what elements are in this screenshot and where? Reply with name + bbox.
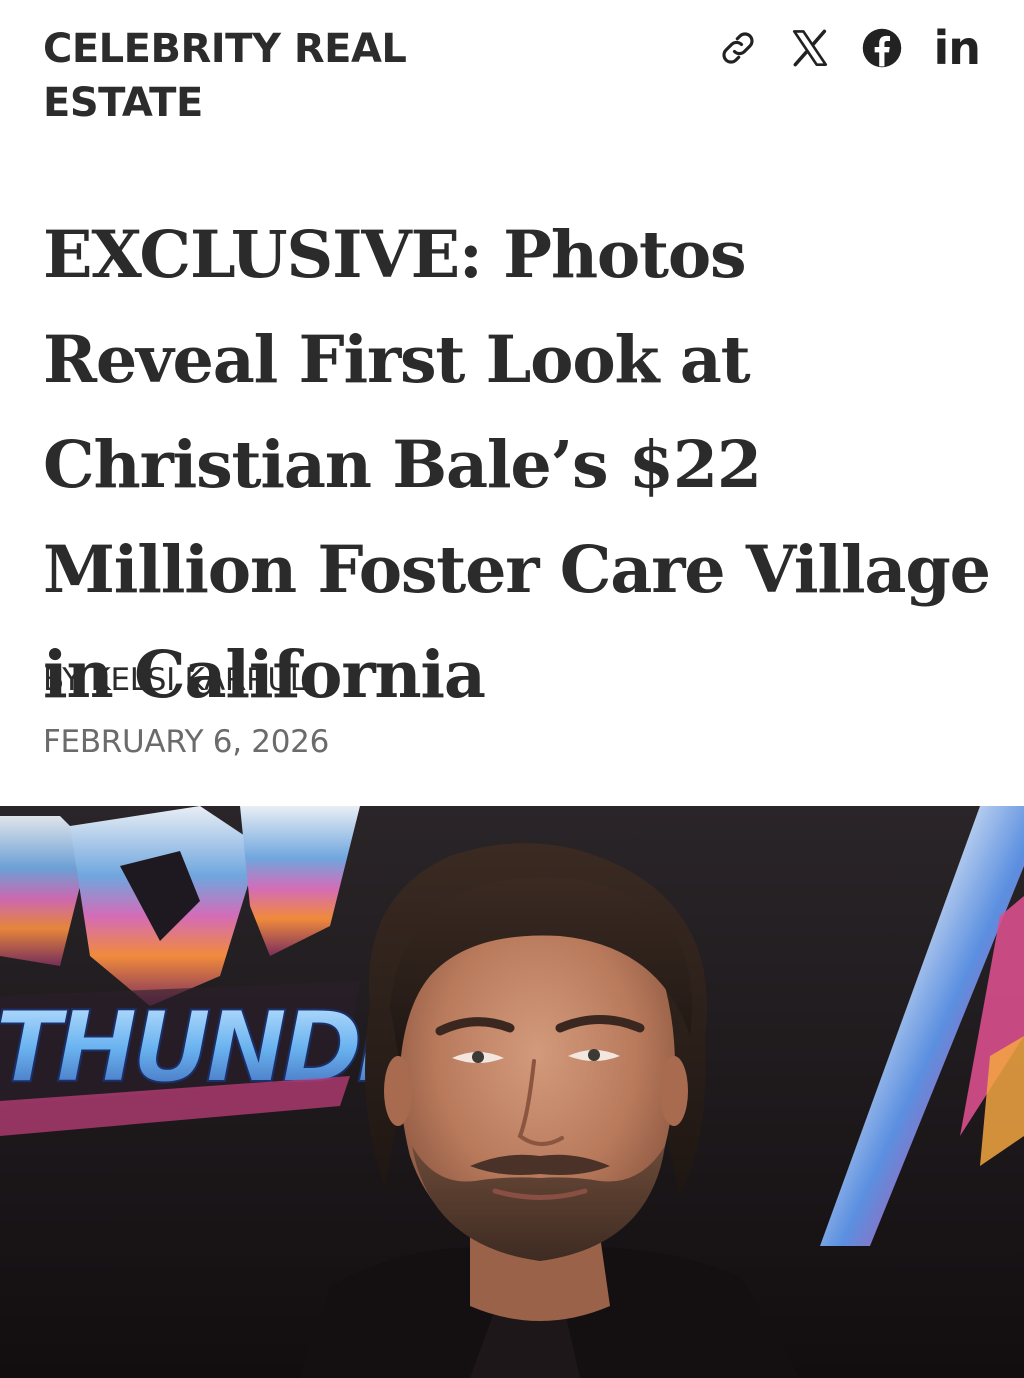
- link-icon[interactable]: [717, 27, 759, 69]
- byline: BY KELSI KARRULI: [43, 660, 316, 700]
- publish-date: FEBRUARY 6, 2026: [43, 724, 329, 760]
- hero-image: THUNDE: [0, 806, 1024, 1378]
- share-bar: in: [717, 18, 981, 78]
- article-headline: EXCLUSIVE: Photos Reveal First Look at C…: [43, 217, 991, 713]
- article-header: CELEBRITY REAL ESTATE in: [0, 0, 1024, 170]
- author-link[interactable]: KELSI KARRULI: [90, 662, 315, 698]
- linkedin-icon[interactable]: in: [933, 25, 981, 71]
- hero-photo: THUNDE: [0, 806, 1024, 1378]
- category-link[interactable]: CELEBRITY REAL ESTATE: [43, 22, 543, 130]
- x-logo-icon[interactable]: [789, 27, 831, 69]
- byline-prefix: BY: [43, 662, 81, 698]
- facebook-icon[interactable]: [861, 27, 903, 69]
